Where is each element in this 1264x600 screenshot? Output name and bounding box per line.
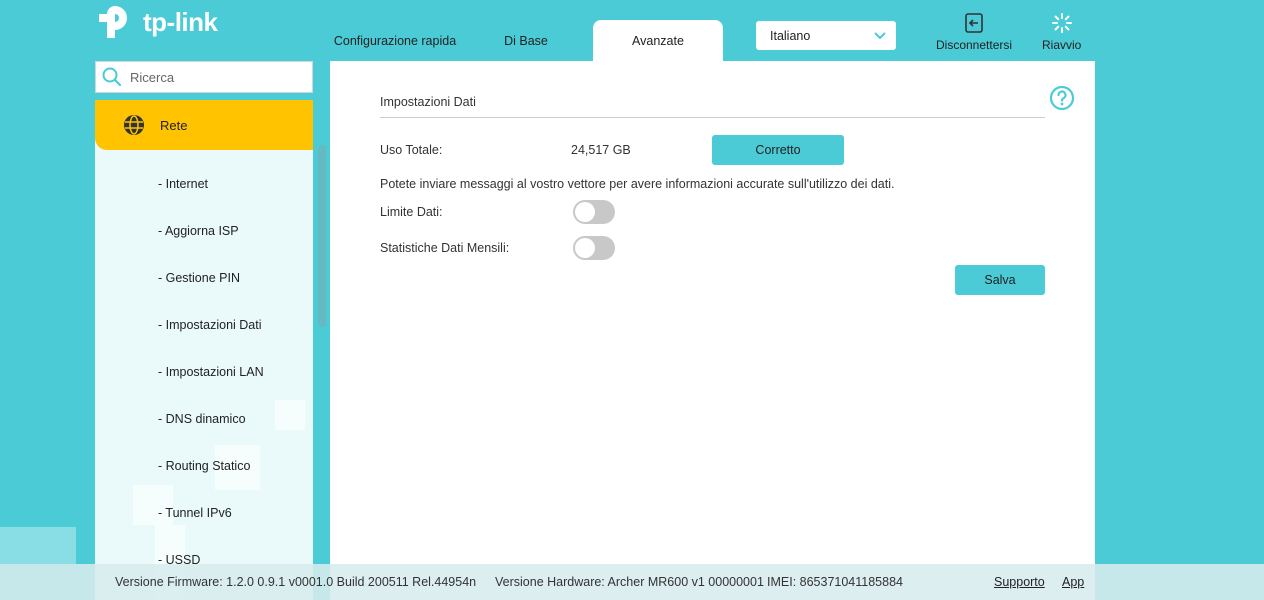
decorative-square <box>275 400 305 430</box>
logout-icon <box>965 13 983 33</box>
hardware-version: Versione Hardware: Archer MR600 v1 00000… <box>495 575 764 589</box>
reboot-icon <box>1051 13 1072 33</box>
search-box <box>95 61 313 93</box>
reboot-label: Riavvio <box>1042 38 1082 52</box>
sidebar-section-network[interactable]: Rete <box>95 100 313 150</box>
app-link[interactable]: App <box>1062 575 1084 589</box>
logout-label: Disconnettersi <box>936 38 1013 52</box>
usage-value: 24,517 GB <box>571 143 631 157</box>
save-button[interactable]: Salva <box>955 265 1045 295</box>
sidebar-item-internet[interactable]: - Internet <box>158 177 208 191</box>
sidebar-item-ipv6-tunnel[interactable]: - Tunnel IPv6 <box>158 506 232 520</box>
firmware-version: Versione Firmware: 1.2.0 0.9.1 v0001.0 B… <box>115 575 477 589</box>
support-link[interactable]: Supporto <box>994 575 1045 589</box>
tab-basic[interactable]: Di Base <box>476 20 576 62</box>
toggle-knob <box>575 202 595 222</box>
monthly-stats-toggle[interactable] <box>573 236 615 260</box>
language-select[interactable]: Italiano <box>756 21 896 50</box>
sidebar: Rete - Internet - Aggiorna ISP - Gestion… <box>95 100 313 600</box>
info-text: Potete inviare messaggi al vostro vettor… <box>380 177 895 191</box>
globe-icon <box>123 114 145 136</box>
brand-name: tp-link <box>143 7 218 37</box>
logout-button[interactable]: Disconnettersi <box>936 12 1012 52</box>
sidebar-scrollbar[interactable] <box>318 145 326 327</box>
tp-link-logo-icon <box>99 5 127 38</box>
tab-advanced[interactable]: Avanzate <box>593 20 723 61</box>
footer: Versione Firmware: 1.2.0 0.9.1 v0001.0 B… <box>0 564 1264 600</box>
sidebar-item-pin-management[interactable]: - Gestione PIN <box>158 271 240 285</box>
monthly-stats-label: Statistiche Dati Mensili: <box>380 241 510 255</box>
correct-button[interactable]: Corretto <box>712 135 844 165</box>
sidebar-item-dynamic-dns[interactable]: - DNS dinamico <box>158 412 246 426</box>
search-input[interactable] <box>128 68 302 86</box>
data-limit-toggle[interactable] <box>573 200 615 224</box>
imei: IMEI: 865371041185884 <box>767 575 903 589</box>
chevron-down-icon <box>874 31 886 39</box>
sidebar-item-static-routing[interactable]: - Routing Statico <box>158 459 250 473</box>
sidebar-item-lan-settings[interactable]: - Impostazioni LAN <box>158 365 264 379</box>
language-value: Italiano <box>770 28 811 43</box>
tp-link-logo: tp-link <box>95 0 218 45</box>
usage-label: Uso Totale: <box>380 143 443 157</box>
sidebar-section-label: Rete <box>160 117 188 133</box>
reboot-button[interactable]: Riavvio <box>1042 12 1081 52</box>
tab-quick-setup[interactable]: Configurazione rapida <box>322 20 468 62</box>
decorative-square <box>0 527 76 564</box>
search-icon <box>102 67 122 87</box>
sidebar-item-update-isp[interactable]: - Aggiorna ISP <box>158 224 239 238</box>
sidebar-item-data-settings[interactable]: - Impostazioni Dati <box>158 318 262 332</box>
section-title: Impostazioni Dati <box>380 95 1045 118</box>
toggle-knob <box>575 238 595 258</box>
data-limit-label: Limite Dati: <box>380 205 443 219</box>
help-icon[interactable] <box>1049 85 1075 116</box>
main-panel: Impostazioni Dati Uso Totale: 24,517 GB … <box>330 61 1095 600</box>
